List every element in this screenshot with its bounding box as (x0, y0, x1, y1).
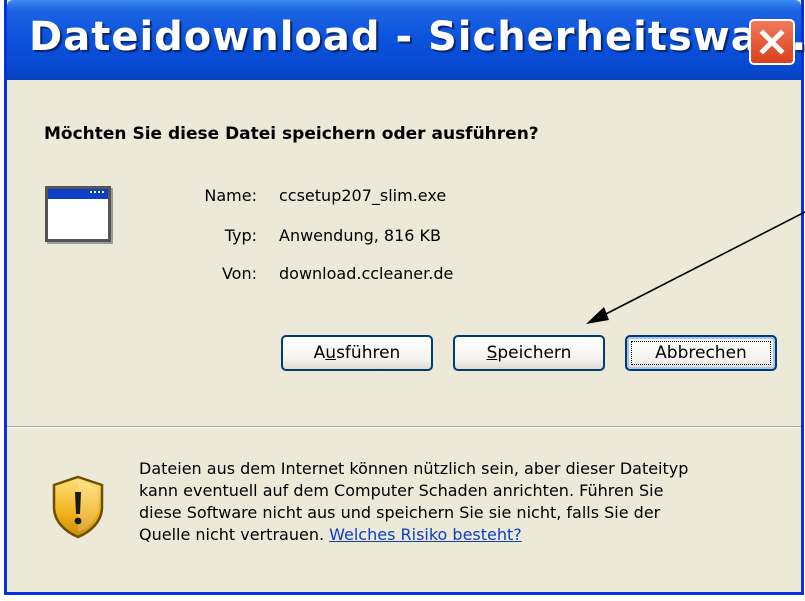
annotation-arrow (586, 211, 805, 324)
